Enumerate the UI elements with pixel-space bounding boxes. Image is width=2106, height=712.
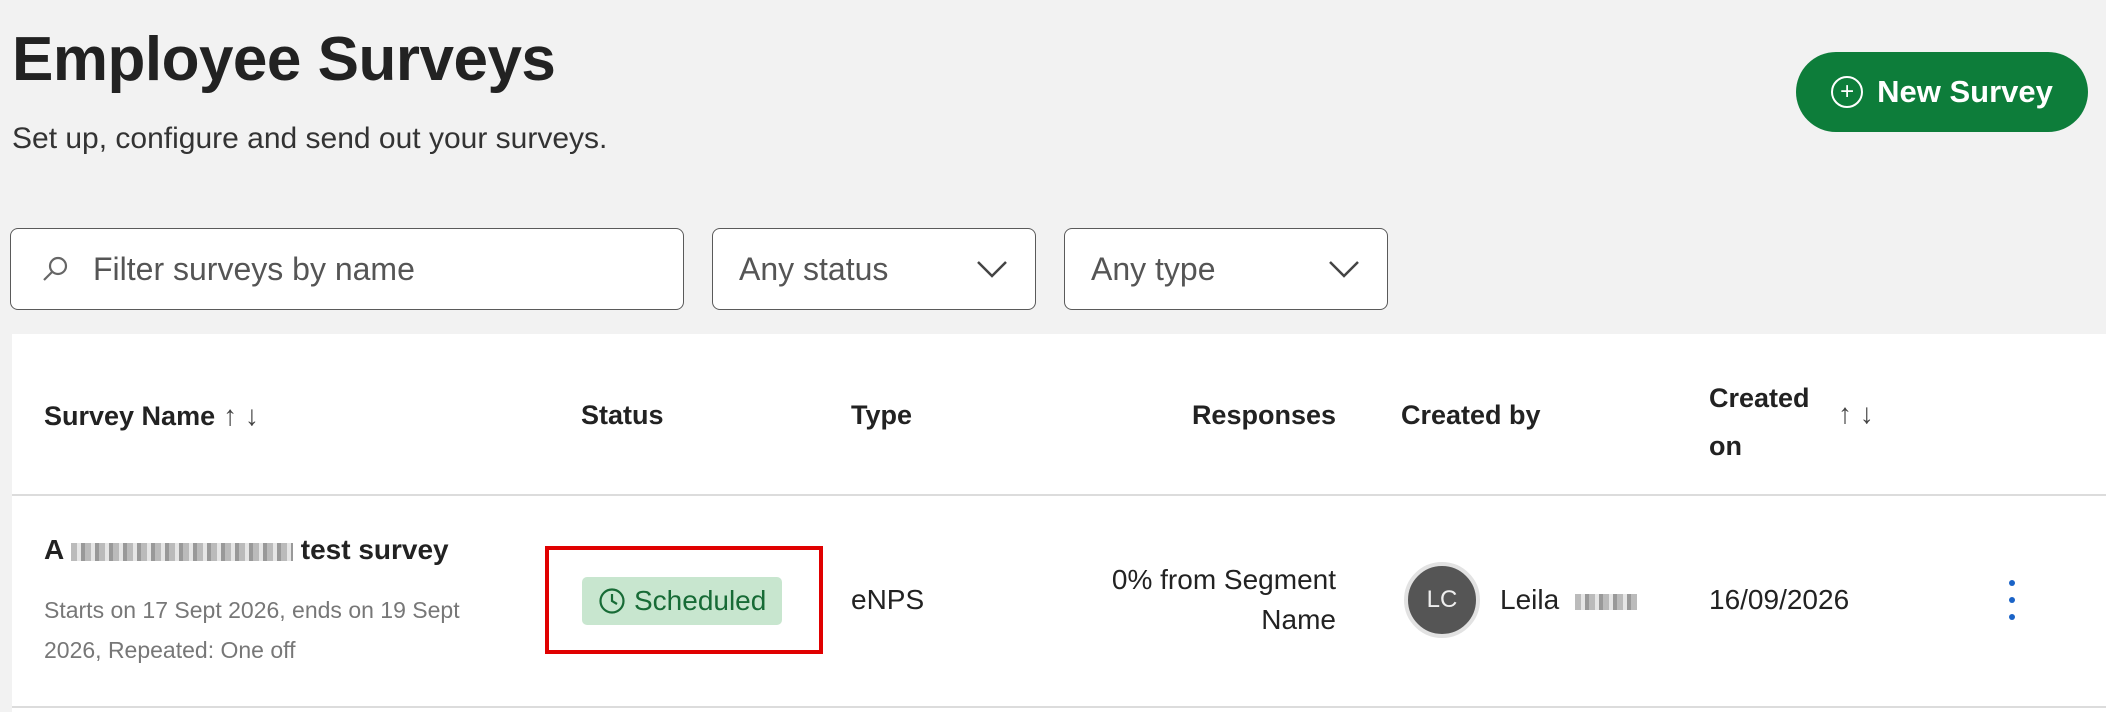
- new-survey-label: New Survey: [1877, 74, 2053, 109]
- chevron-down-icon: [977, 261, 1007, 278]
- column-header-type: Type: [851, 400, 913, 430]
- chevron-down-icon: [1329, 261, 1359, 278]
- page-title: Employee Surveys: [12, 25, 556, 94]
- survey-name[interactable]: A test survey: [44, 534, 449, 566]
- column-header-status: Status: [581, 400, 664, 430]
- status-filter-value: Any status: [739, 250, 889, 287]
- column-header-responses: Responses: [1191, 400, 1336, 430]
- redacted-text: [70, 542, 293, 561]
- survey-responses: 0% from Segment Name: [1111, 564, 1336, 635]
- type-filter-value: Any type: [1091, 250, 1216, 287]
- more-options-icon[interactable]: [2002, 580, 2022, 620]
- survey-schedule: Starts on 17 Sept 2026, ends on 19 Sept …: [44, 597, 460, 663]
- sort-arrows-icon[interactable]: ↑ ↓: [1838, 398, 1874, 430]
- new-survey-button[interactable]: + New Survey: [1796, 52, 2088, 132]
- avatar: LC: [1404, 562, 1480, 638]
- redacted-text: [1574, 593, 1637, 610]
- search-icon: [43, 256, 68, 281]
- status-filter-select[interactable]: Any status: [712, 228, 1036, 310]
- column-header-survey-name[interactable]: Survey Name ↑ ↓: [44, 400, 259, 432]
- creator-name: Leila: [1500, 584, 1637, 616]
- surveys-table: Survey Name ↑ ↓ Status Type Responses Cre…: [12, 334, 2106, 712]
- type-filter-select[interactable]: Any type: [1064, 228, 1388, 310]
- search-placeholder: Filter surveys by name: [93, 250, 415, 287]
- row-divider: [12, 706, 2106, 708]
- plus-circle-icon: +: [1831, 76, 1864, 108]
- sort-arrows-icon[interactable]: ↑ ↓: [223, 400, 259, 431]
- highlight-box: [545, 546, 823, 654]
- column-header-created-by: Created by: [1401, 400, 1541, 430]
- page-subtitle: Set up, configure and send out your surv…: [12, 122, 608, 155]
- column-header-created-on[interactable]: Created on: [1709, 374, 1810, 470]
- created-on-date: 16/09/2026: [1709, 584, 1850, 615]
- header-divider: [12, 494, 2106, 496]
- search-input[interactable]: Filter surveys by name: [10, 228, 684, 310]
- survey-type: eNPS: [851, 584, 925, 615]
